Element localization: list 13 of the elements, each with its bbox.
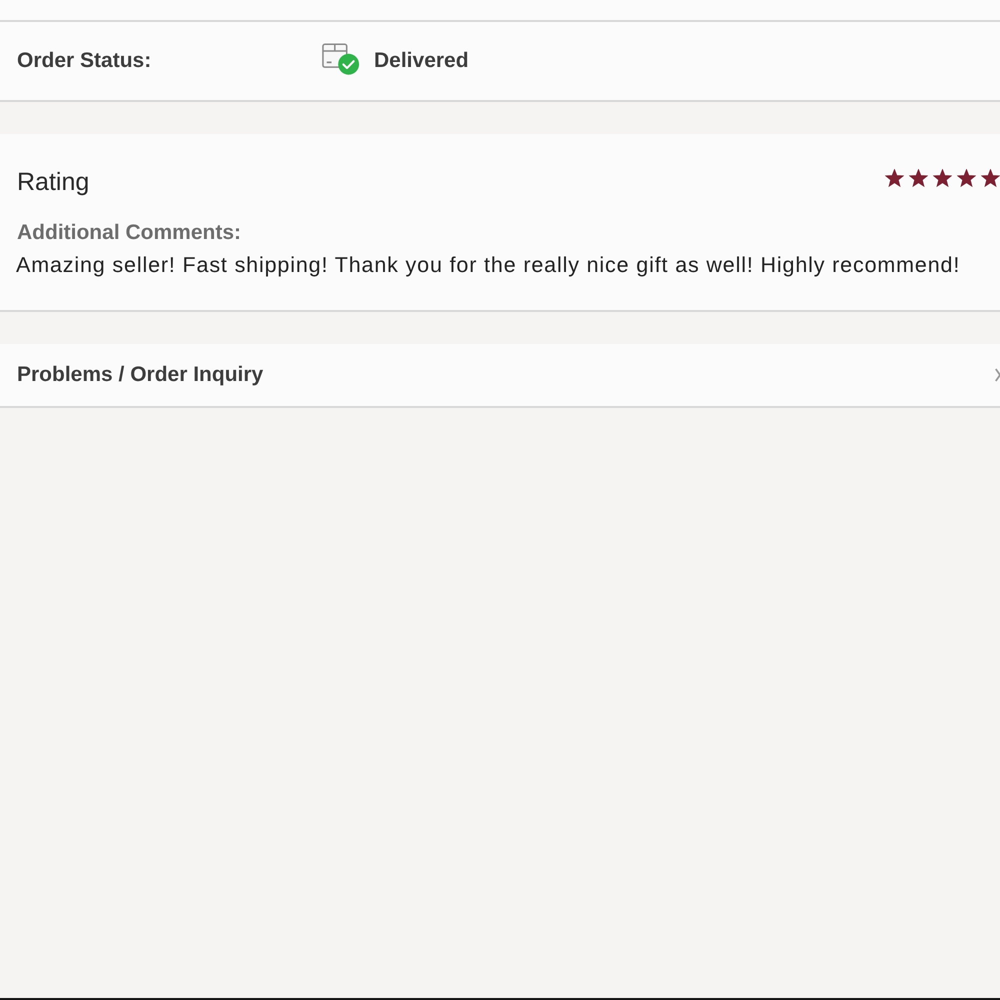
filled-star-icon: [909, 169, 928, 187]
filled-star-icon: [933, 169, 952, 187]
chevron-right-icon: [995, 368, 1000, 382]
package-check-icon: [322, 42, 360, 76]
problems-inquiry-button[interactable]: Problems / Order Inquiry: [0, 344, 1000, 408]
filled-star-icon: [885, 169, 904, 187]
filled-star-icon: [981, 169, 1000, 187]
order-status-value: Delivered: [374, 49, 469, 73]
comments-label: Additional Comments:: [17, 221, 241, 244]
rating-title: Rating: [17, 168, 90, 197]
comments-text: Amazing seller! Fast shipping! Thank you for the really nice gift as well! Highly recommend!: [16, 253, 960, 277]
filled-star-icon: [957, 169, 976, 187]
order-status-label: Order Status:: [17, 49, 152, 72]
